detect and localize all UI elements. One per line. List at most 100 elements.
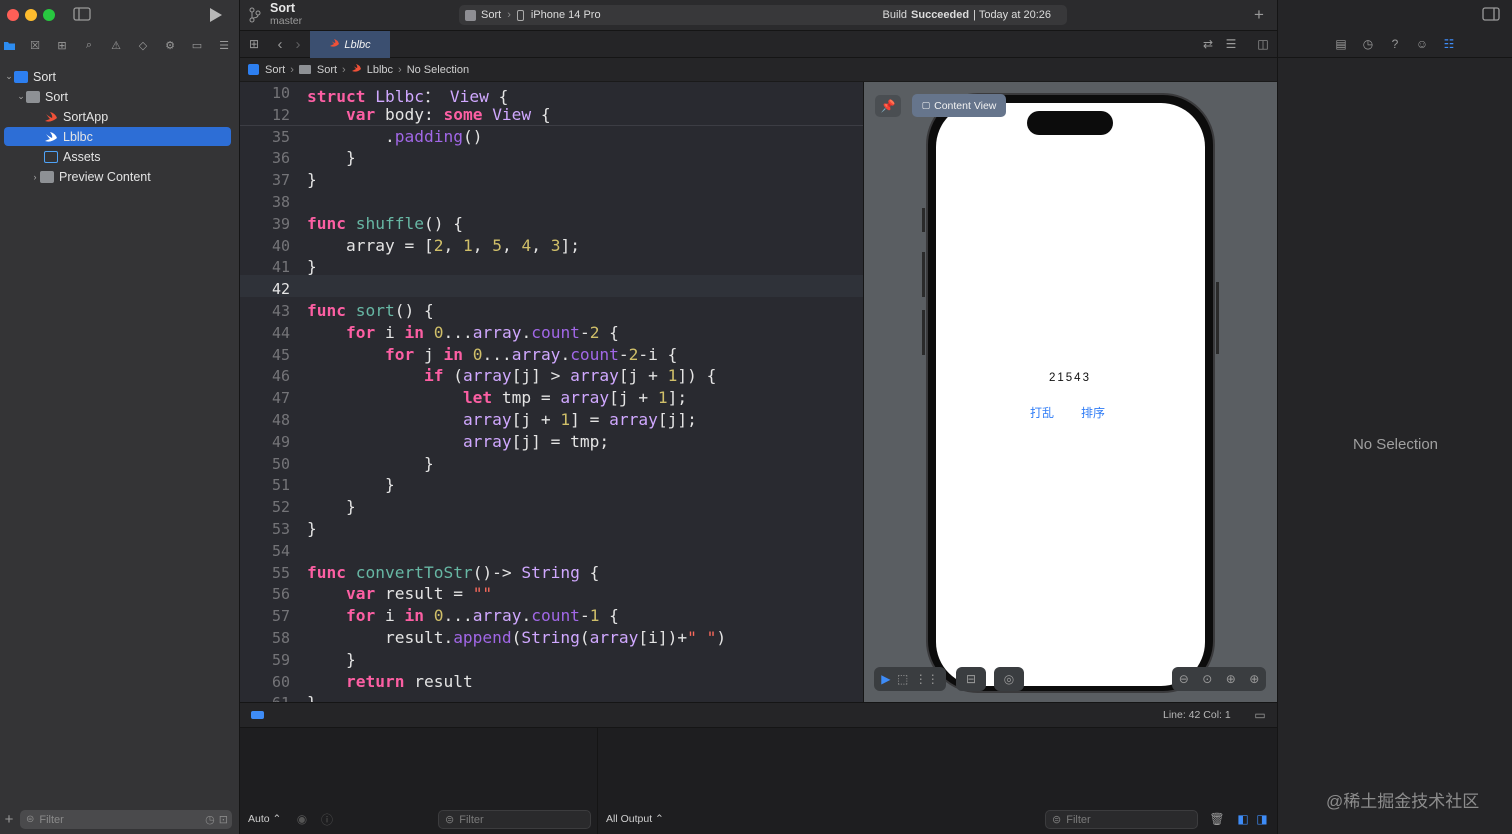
debug-divider (597, 728, 598, 834)
symbol-navigator-icon[interactable]: ⊞ (53, 34, 71, 56)
eye-icon[interactable]: ◉ (295, 812, 309, 826)
source-editor[interactable]: 10 struct Lblbc： View {12 var body: some … (240, 82, 863, 702)
code-token: struct (307, 87, 376, 106)
tree-item-assets[interactable]: Assets (4, 147, 231, 166)
report-navigator-icon[interactable]: ☰ (215, 34, 233, 56)
debug-navigator-icon[interactable]: ⚙ (161, 34, 179, 56)
zoom-window-button[interactable] (43, 9, 55, 21)
project-navigator-icon[interactable] (0, 34, 18, 56)
forward-arrow-icon[interactable]: › (292, 36, 304, 53)
content-view-preview-tab[interactable]: ▢ Content View (912, 94, 1006, 117)
trash-icon[interactable]: 🗑 (1209, 812, 1224, 826)
breadcrumb-file[interactable]: Lblbc (367, 64, 393, 76)
variants-icon[interactable]: ⋮⋮ (915, 672, 939, 686)
code-token: 1 (560, 410, 571, 429)
code-token: - (618, 344, 629, 364)
code-token: array (472, 322, 522, 342)
code-token: 5 (492, 235, 502, 255)
code-token: { (531, 104, 551, 124)
test-navigator-icon[interactable]: ◇ (134, 34, 152, 56)
source-control-navigator-icon[interactable]: ☒ (26, 34, 44, 56)
line-number: 49 (271, 432, 290, 451)
history-inspector-icon[interactable]: ◷ (1361, 37, 1375, 51)
tree-item-label: Preview Content (59, 169, 151, 184)
breakpoint-navigator-icon[interactable]: ▭ (188, 34, 206, 56)
preview-device-icon[interactable]: ◎ (994, 667, 1024, 691)
show-console-icon[interactable]: ◨ (1255, 812, 1269, 826)
quick-help-icon[interactable]: ? (1388, 37, 1402, 51)
tree-item-preview-content[interactable]: › Preview Content (4, 167, 231, 186)
iphone-icon (516, 9, 524, 21)
tree-item-lblbc[interactable]: Lblbc (4, 127, 231, 146)
add-tab-icon[interactable]: + (1250, 5, 1268, 24)
minimize-window-button[interactable] (25, 9, 37, 21)
activity-view: Sort › iPhone 14 Pro Build Succeeded | T… (459, 5, 1067, 25)
sidebar-toggle-icon[interactable] (72, 6, 92, 22)
code-token: ()-> (472, 562, 522, 582)
code-token: for (345, 322, 385, 342)
attributes-inspector-icon[interactable]: ☷ (1442, 37, 1456, 51)
code-token: 1 (657, 388, 668, 408)
zoom-actual-icon[interactable]: ⊕ (1226, 672, 1236, 686)
preview-mode-controls: ▶ ⬚ ⋮⋮ (874, 667, 946, 691)
filter-options-icon[interactable]: ⊡ (219, 813, 228, 826)
sort-button[interactable]: 排序 (1081, 404, 1105, 421)
code-token: [j + (511, 410, 561, 429)
device-selector[interactable]: iPhone 14 Pro (516, 9, 601, 21)
breadcrumb-selection[interactable]: No Selection (407, 64, 469, 76)
accessibility-icon[interactable]: ☺ (1415, 37, 1429, 51)
code-token: ： (423, 87, 441, 106)
shuffle-button[interactable]: 打乱 (1030, 404, 1054, 421)
navigator-filter-input[interactable]: ⊜ Filter ◷ ⊡ (20, 810, 232, 829)
editor-options-icon[interactable]: ☰ (1222, 37, 1240, 51)
breadcrumb-project[interactable]: Sort (265, 64, 285, 76)
breadcrumb-folder[interactable]: Sort (317, 64, 337, 76)
code-line: var body: some View { (307, 105, 551, 124)
selectable-mode-icon[interactable]: ⬚ (897, 672, 908, 686)
chevron-right-icon[interactable]: › (30, 172, 40, 182)
code-token: () { (423, 213, 463, 233)
variables-scope-selector[interactable]: Auto ⌃ (248, 813, 281, 825)
clock-icon[interactable]: ◷ (205, 813, 215, 826)
zoom-to-fit-icon[interactable]: ⊙ (1202, 672, 1212, 686)
file-inspector-icon[interactable]: ▤ (1334, 37, 1348, 51)
find-navigator-icon[interactable]: ⌕ (80, 34, 98, 56)
chevron-down-icon[interactable]: ⌄ (4, 71, 14, 82)
issue-navigator-icon[interactable]: ⚠ (107, 34, 125, 56)
device-side-button (922, 208, 925, 232)
console-output-selector[interactable]: All Output ⌃ (606, 813, 664, 825)
split-editor-icon[interactable]: ◫ (1255, 37, 1271, 51)
tree-item-project-sort[interactable]: ⌄ Sort (4, 67, 231, 86)
swap-icon[interactable]: ⇄ (1200, 37, 1216, 51)
debug-area-toggle-icon[interactable] (251, 711, 264, 719)
console-filter-input[interactable]: ⊜ Filter (1045, 810, 1198, 829)
close-window-button[interactable] (7, 9, 19, 21)
code-token: } (307, 453, 434, 473)
line-number: 37 (271, 171, 290, 190)
info-icon[interactable]: ⓘ (320, 812, 334, 827)
watermark: @稀土掘金技术社区 (1326, 792, 1480, 811)
code-token: 2 (589, 322, 600, 342)
code-token: 3 (550, 235, 561, 255)
grid-icon[interactable]: ⊞ (247, 37, 261, 51)
zoom-out-icon[interactable]: ⊖ (1179, 672, 1189, 686)
hide-debug-area-icon[interactable]: ▭ (1252, 708, 1268, 722)
chevron-down-icon[interactable]: ⌄ (16, 91, 26, 102)
tree-item-sortapp[interactable]: SortApp (4, 107, 231, 126)
add-icon[interactable]: + (2, 811, 16, 828)
tree-item-folder-sort[interactable]: ⌄ Sort (4, 87, 231, 106)
back-arrow-icon[interactable]: ‹ (274, 36, 286, 53)
inspector-toggle-icon[interactable] (1481, 6, 1501, 22)
code-token: shuffle (355, 213, 424, 233)
tab-lblbc[interactable]: Lblbc (310, 31, 390, 58)
scheme-selector[interactable]: Sort › (459, 9, 517, 21)
run-button[interactable] (207, 6, 225, 24)
live-preview-icon[interactable]: ▶ (881, 672, 890, 686)
show-variables-icon[interactable]: ◧ (1236, 812, 1250, 826)
pin-icon[interactable]: 📌 (875, 95, 901, 117)
variables-filter-input[interactable]: ⊜ Filter (438, 810, 591, 829)
device-settings-icon[interactable]: ⊟ (956, 667, 986, 691)
zoom-in-icon[interactable]: ⊕ (1249, 672, 1259, 686)
